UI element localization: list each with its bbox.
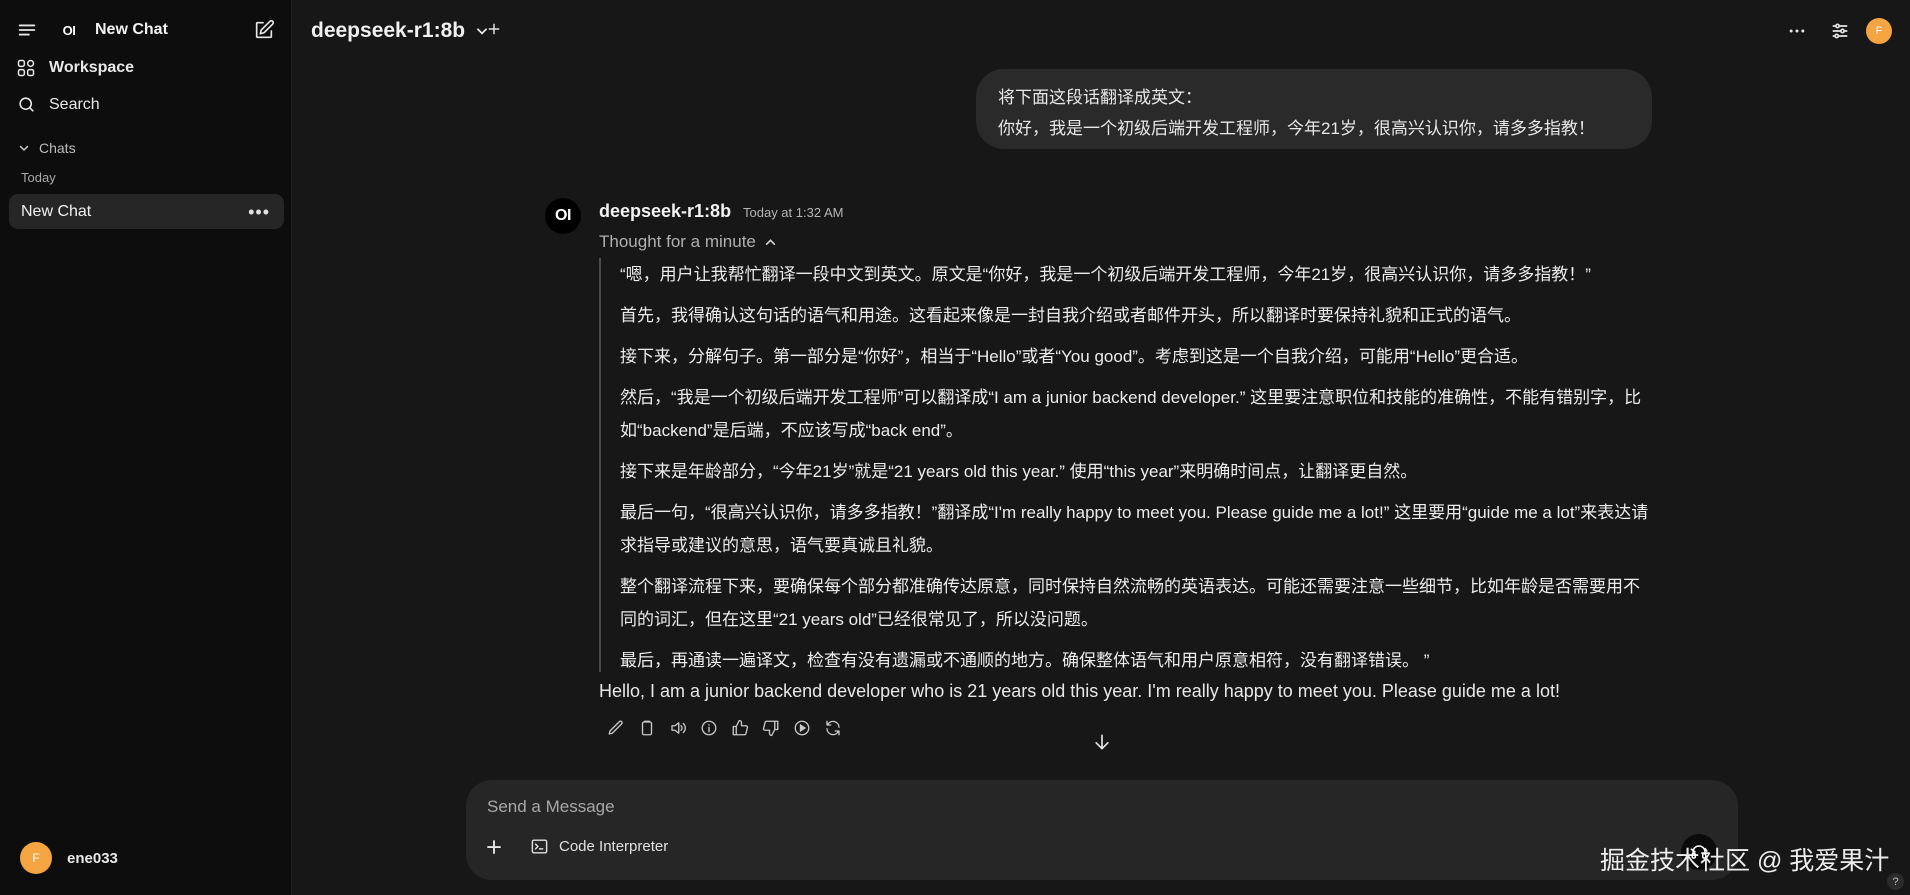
group-today-label: Today <box>21 170 56 185</box>
sidebar-item-workspace[interactable]: Workspace <box>16 58 134 78</box>
sidebar-item-search[interactable]: Search <box>17 95 100 114</box>
reasoning-paragraph: 首先，我得确认这句话的语气和用途。这看起来像是一封自我介绍或者邮件开头，所以翻译… <box>620 306 1521 325</box>
reasoning-block: “嗯，用户让我帮忙翻译一段中文到英文。原文是“你好，我是一个初级后端开发工程师，… <box>599 258 1654 672</box>
message-actions <box>605 717 843 738</box>
help-button[interactable]: ? <box>1887 873 1904 890</box>
reasoning-paragraph: 最后一句，“很高兴认识你，请多多指教！”翻译成“I'm really happy… <box>620 503 1649 555</box>
chats-section-label: Chats <box>39 140 76 156</box>
user-avatar: F <box>20 842 52 874</box>
new-chat-link[interactable]: OI New Chat <box>57 18 168 42</box>
menu-icon[interactable] <box>16 19 38 41</box>
continue-response-icon[interactable] <box>791 717 812 738</box>
copy-icon[interactable] <box>636 717 657 738</box>
compose-icon[interactable] <box>253 19 275 41</box>
app-logo: OI <box>57 18 81 42</box>
model-selector[interactable]: deepseek-r1:8b <box>311 19 489 43</box>
reasoning-paragraph: “嗯，用户让我帮忙翻译一段中文到英文。原文是“你好，我是一个初级后端开发工程师，… <box>620 265 1591 284</box>
user-name: ene033 <box>67 849 118 867</box>
arrow-down-icon <box>1092 732 1112 752</box>
user-menu[interactable]: F ene033 <box>20 842 118 874</box>
header-user-avatar[interactable]: F <box>1866 18 1892 44</box>
user-message-line: 你好，我是一个初级后端开发工程师，今年21岁，很高兴认识你，请多多指教！ <box>998 119 1595 138</box>
thought-toggle[interactable]: Thought for a minute <box>599 232 777 252</box>
new-chat-label: New Chat <box>95 21 168 38</box>
plus-icon[interactable] <box>485 838 503 856</box>
scroll-to-bottom-button[interactable] <box>1092 732 1112 757</box>
user-message-bubble: 将下面这段话翻译成英文： 你好，我是一个初级后端开发工程师，今年21岁，很高兴认… <box>976 69 1652 149</box>
model-name: deepseek-r1:8b <box>311 19 466 42</box>
sidebar: OI New Chat Workspace Search Chats Today… <box>0 0 292 895</box>
message-input[interactable] <box>485 796 1589 818</box>
regenerate-icon[interactable] <box>822 717 843 738</box>
chat-header: deepseek-r1:8b F <box>292 0 1910 62</box>
workspace-label: Workspace <box>49 59 135 76</box>
terminal-icon <box>530 837 549 856</box>
reasoning-paragraph: 接下来，分解句子。第一部分是“你好”，相当于“Hello”或者“You good… <box>620 347 1528 366</box>
chevron-up-icon <box>764 236 777 249</box>
workspace-icon <box>16 58 36 78</box>
search-label: Search <box>49 95 100 113</box>
assistant-avatar: OI <box>545 198 581 234</box>
code-interpreter-toggle[interactable]: Code Interpreter <box>530 837 668 856</box>
more-options-icon[interactable]: ••• <box>248 203 270 221</box>
add-model-icon[interactable] <box>487 22 501 36</box>
thumbs-up-icon[interactable] <box>729 717 750 738</box>
controls-icon[interactable] <box>1830 21 1850 41</box>
read-aloud-icon[interactable] <box>667 717 688 738</box>
message-timestamp: Today at 1:32 AM <box>743 205 844 220</box>
watermark: 掘金技术社区 @ 我爱果汁 <box>1600 847 1890 875</box>
reasoning-paragraph: 然后，“我是一个初级后端开发工程师”可以翻译成“I am a junior ba… <box>620 388 1642 440</box>
chat-list-item[interactable]: New Chat ••• <box>9 194 284 229</box>
reasoning-paragraph: 最后，再通读一遍译文，检查有没有遗漏或不通顺的地方。确保整体语气和用户原意相符，… <box>620 651 1430 670</box>
edit-icon[interactable] <box>605 717 626 738</box>
search-icon <box>17 95 36 114</box>
user-message-line: 将下面这段话翻译成英文： <box>998 88 1202 107</box>
chevron-down-icon <box>18 142 30 154</box>
info-icon[interactable] <box>698 717 719 738</box>
reasoning-paragraph: 整个翻译流程下来，要确保每个部分都准确传达原意，同时保持自然流畅的英语表达。可能… <box>620 577 1640 629</box>
thought-label: Thought for a minute <box>599 232 756 251</box>
chat-item-label: New Chat <box>21 202 92 220</box>
code-interpreter-label: Code Interpreter <box>559 838 669 855</box>
message-composer: Code Interpreter <box>466 780 1738 880</box>
assistant-answer: Hello, I am a junior backend developer w… <box>599 681 1560 701</box>
more-options-icon[interactable] <box>1787 21 1807 41</box>
assistant-name: deepseek-r1:8b <box>599 201 732 221</box>
chats-section-toggle[interactable]: Chats <box>18 140 76 156</box>
thumbs-down-icon[interactable] <box>760 717 781 738</box>
reasoning-paragraph: 接下来是年龄部分，“今年21岁”就是“21 years old this yea… <box>620 462 1418 481</box>
